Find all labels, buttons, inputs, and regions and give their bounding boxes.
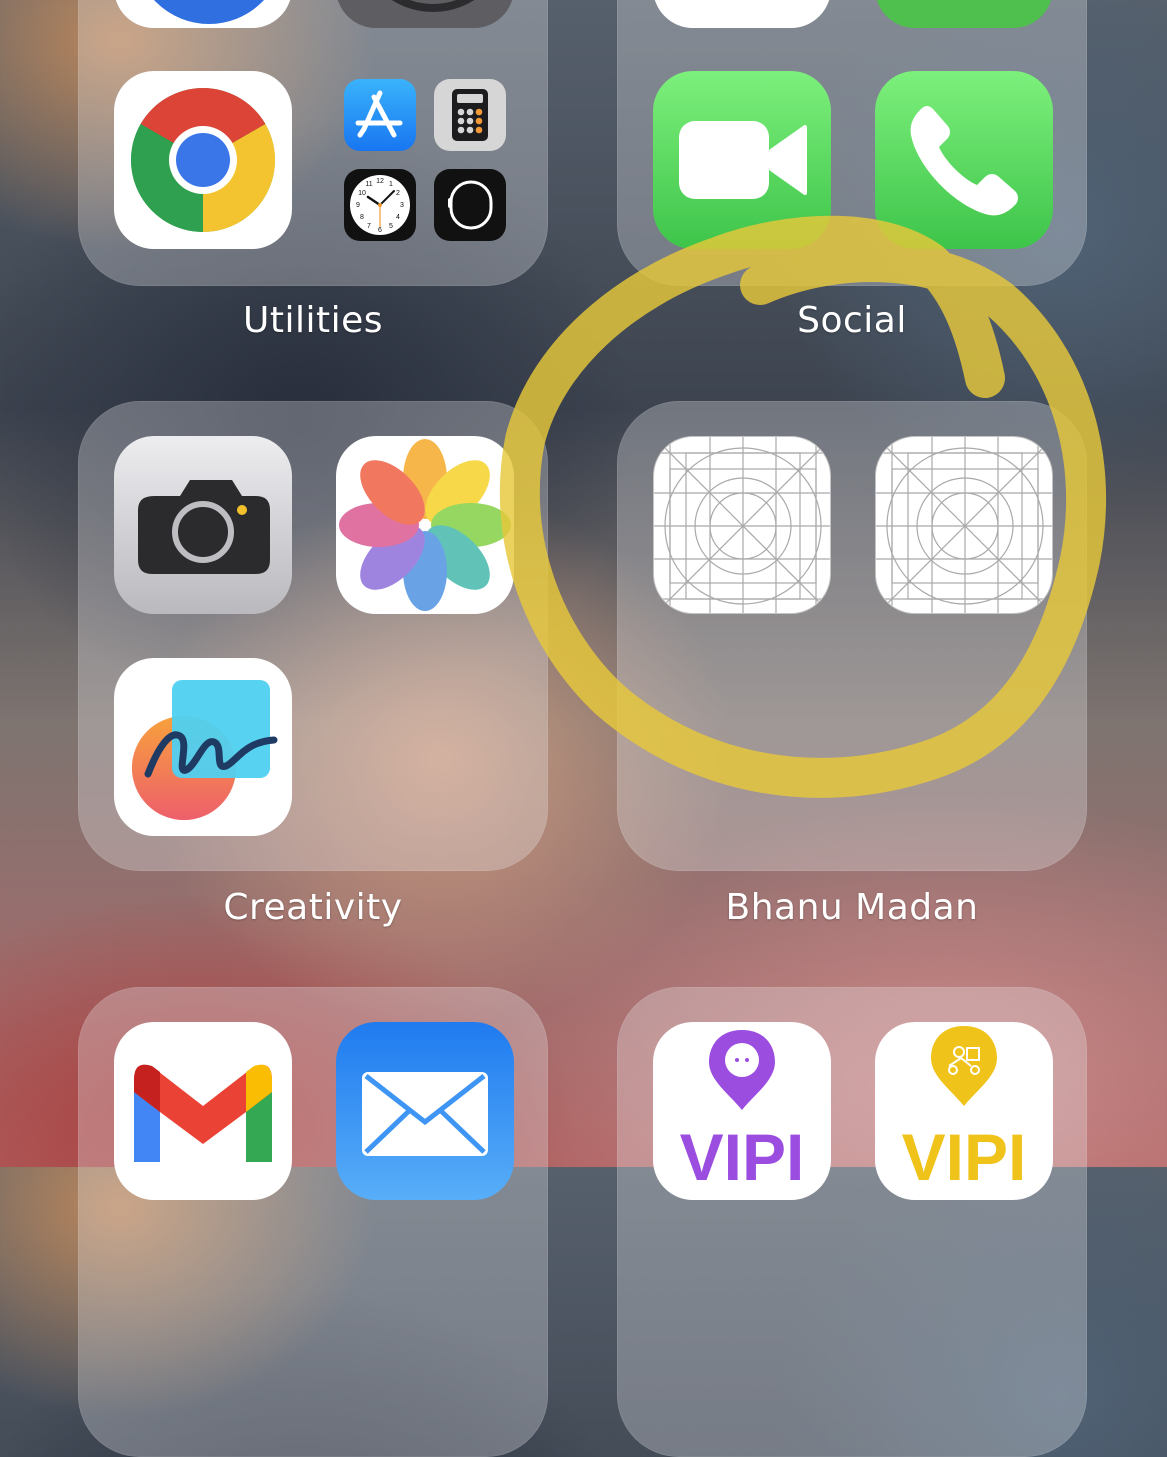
camera-icon[interactable] bbox=[114, 436, 292, 614]
watch-icon[interactable] bbox=[434, 169, 506, 241]
clock-number: 9 bbox=[356, 202, 360, 209]
photos-icon[interactable] bbox=[336, 436, 514, 614]
clock-number: 4 bbox=[396, 214, 400, 221]
safari-icon[interactable] bbox=[114, 0, 292, 28]
folder-vipi[interactable]: VIPI VIPI bbox=[617, 987, 1087, 1457]
folder-social[interactable] bbox=[617, 0, 1087, 286]
clock-number: 2 bbox=[396, 190, 400, 197]
placeholder-app-icon[interactable] bbox=[875, 436, 1053, 614]
clock-number: 6 bbox=[378, 227, 382, 234]
mail-icon[interactable] bbox=[336, 1022, 514, 1200]
clock-number: 1 bbox=[389, 181, 393, 188]
calculator-icon[interactable] bbox=[434, 79, 506, 151]
clock-number: 7 bbox=[367, 223, 371, 230]
messenger-icon[interactable] bbox=[653, 0, 831, 28]
clock-number: 11 bbox=[365, 181, 372, 188]
folder-label-utilities: Utilities bbox=[243, 300, 383, 341]
clock-number: 10 bbox=[358, 190, 366, 197]
vipi-icon[interactable]: VIPI bbox=[653, 1022, 831, 1200]
placeholder-app-icon[interactable] bbox=[653, 436, 831, 614]
clock-number: 8 bbox=[360, 214, 364, 221]
folder-label-creativity: Creativity bbox=[223, 887, 403, 928]
folder-mail[interactable] bbox=[78, 987, 548, 1457]
folder-bhanu-madan[interactable] bbox=[617, 401, 1087, 871]
phone-icon[interactable] bbox=[875, 71, 1053, 249]
folder-label-social: Social bbox=[797, 300, 907, 341]
clock-number: 12 bbox=[376, 178, 384, 185]
settings-icon[interactable] bbox=[336, 0, 514, 28]
app-store-icon[interactable] bbox=[344, 79, 416, 151]
messages-icon[interactable] bbox=[875, 0, 1053, 28]
vipi-wordmark: VIPI bbox=[680, 1120, 805, 1194]
clock-number: 3 bbox=[400, 202, 404, 209]
folder-creativity[interactable] bbox=[78, 401, 548, 871]
folder-label-bhanu-madan: Bhanu Madan bbox=[725, 887, 979, 928]
freeform-icon[interactable] bbox=[114, 658, 292, 836]
chrome-icon[interactable] bbox=[114, 71, 292, 249]
clock-icon[interactable]: 12 1 2 3 4 5 6 7 8 9 10 11 bbox=[344, 169, 416, 241]
clock-number: 5 bbox=[389, 223, 393, 230]
facetime-icon[interactable] bbox=[653, 71, 831, 249]
vipi-partner-icon[interactable]: VIPI bbox=[875, 1022, 1053, 1200]
gmail-icon[interactable] bbox=[114, 1022, 292, 1200]
folder-utilities[interactable]: 12 1 2 3 4 5 6 7 8 9 10 11 bbox=[78, 0, 548, 286]
vipi-partner-wordmark: VIPI bbox=[902, 1120, 1027, 1194]
